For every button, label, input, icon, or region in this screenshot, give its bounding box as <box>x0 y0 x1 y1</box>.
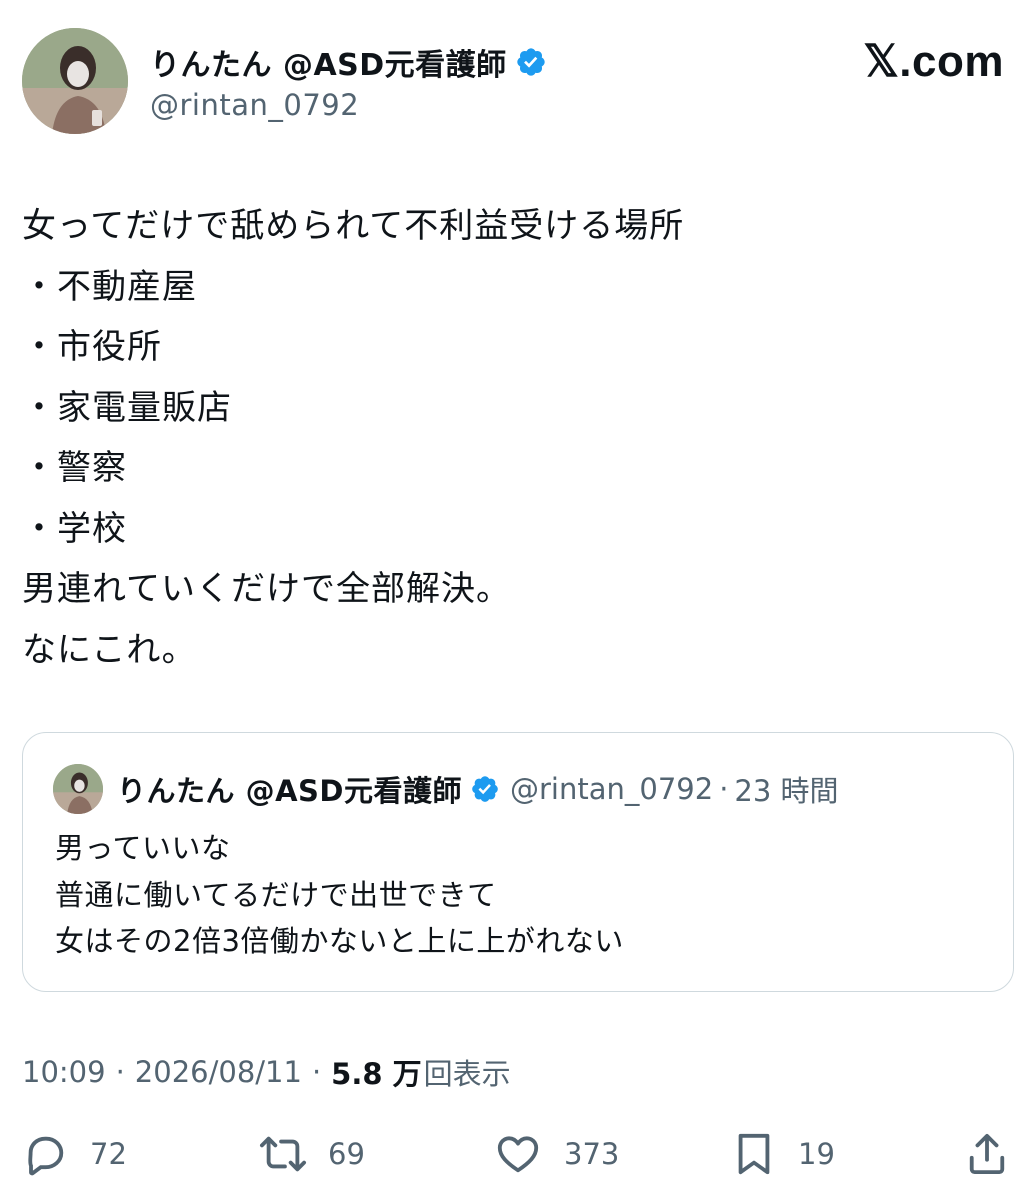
author-block: りんたん @ASD元看護師 @rintan_0792 <box>150 42 547 122</box>
like-button[interactable]: 373 <box>494 1126 619 1182</box>
tweet-line: ・学校 <box>22 508 127 549</box>
share-icon <box>966 1131 1008 1177</box>
display-name-row: りんたん @ASD元看護師 <box>150 40 547 84</box>
quoted-tweet-line: 普通に働いてるだけで出世できて <box>55 877 497 912</box>
separator-dot: · <box>719 772 729 806</box>
quoted-tweet-line: 女はその2倍3倍働かないと上に上がれない <box>55 924 624 958</box>
quoted-author-display-name[interactable]: りんたん @ASD元看護師 <box>117 768 462 810</box>
separator-dot: · <box>311 1055 322 1089</box>
tweet-time[interactable]: 10:09 <box>22 1055 106 1089</box>
repost-count: 69 <box>328 1137 365 1171</box>
share-button[interactable] <box>966 1126 1008 1182</box>
quoted-tweet-time[interactable]: 23 時間 <box>734 768 838 810</box>
tweet-text: 女ってだけで舐められて不利益受ける場所 ・不動産屋 ・市役所 ・家電量販店 ・警… <box>22 196 1012 680</box>
author-avatar[interactable] <box>22 28 128 134</box>
repost-button[interactable]: 69 <box>258 1126 365 1182</box>
quoted-tweet-header: りんたん @ASD元看護師 @rintan_0792 · 23 時間 <box>53 763 839 815</box>
tweet-line: ・警察 <box>22 448 127 488</box>
reply-button[interactable]: 72 <box>22 1126 127 1182</box>
tweet-line: なにこれ。 <box>22 629 197 670</box>
view-label: 回表示 <box>423 1057 511 1091</box>
bookmark-count: 19 <box>798 1137 835 1171</box>
author-handle[interactable]: @rintan_0792 <box>150 88 547 122</box>
quoted-tweet-text: 男っていいな 普通に働いてるだけで出世できて 女はその2倍3倍働かないと上に上が… <box>55 825 624 965</box>
reply-icon <box>22 1131 68 1177</box>
tweet-line: 男連れていくだけで全部解決。 <box>22 569 511 609</box>
quoted-author-avatar[interactable] <box>53 764 103 814</box>
tweet-date[interactable]: 2026/08/11 <box>135 1055 302 1089</box>
tweet-line: ・家電量販店 <box>22 387 232 428</box>
reply-count: 72 <box>90 1137 127 1171</box>
tweet-line: ・市役所 <box>22 327 162 367</box>
verified-badge-icon <box>470 774 500 804</box>
like-icon <box>494 1131 542 1177</box>
quoted-tweet-card[interactable]: りんたん @ASD元看護師 @rintan_0792 · 23 時間 男っていい… <box>22 732 1014 992</box>
repost-icon <box>258 1131 308 1177</box>
quoted-tweet-line: 男っていいな <box>55 831 231 865</box>
separator-dot: · <box>115 1055 125 1089</box>
x-logo: 𝕏.com <box>863 37 1004 86</box>
author-display-name[interactable]: りんたん @ASD元看護師 <box>150 40 507 84</box>
verified-badge-icon[interactable] <box>515 46 547 78</box>
view-count[interactable]: 5.8 万 <box>331 1051 421 1093</box>
tweet-meta: 10:09 · 2026/08/11 · 5.8 万 回表示 <box>22 1050 511 1094</box>
action-bar: 72 69 373 19 <box>22 1126 1014 1182</box>
bookmark-button[interactable]: 19 <box>732 1126 835 1182</box>
tweet-line: ・不動産屋 <box>22 266 197 307</box>
bookmark-icon <box>732 1131 776 1177</box>
like-count: 373 <box>564 1137 620 1171</box>
quoted-author-handle[interactable]: @rintan_0792 <box>510 772 713 806</box>
tweet-line: 女ってだけで舐められて不利益受ける場所 <box>22 206 685 246</box>
tweet-header: りんたん @ASD元看護師 @rintan_0792 𝕏.com <box>22 28 1014 140</box>
